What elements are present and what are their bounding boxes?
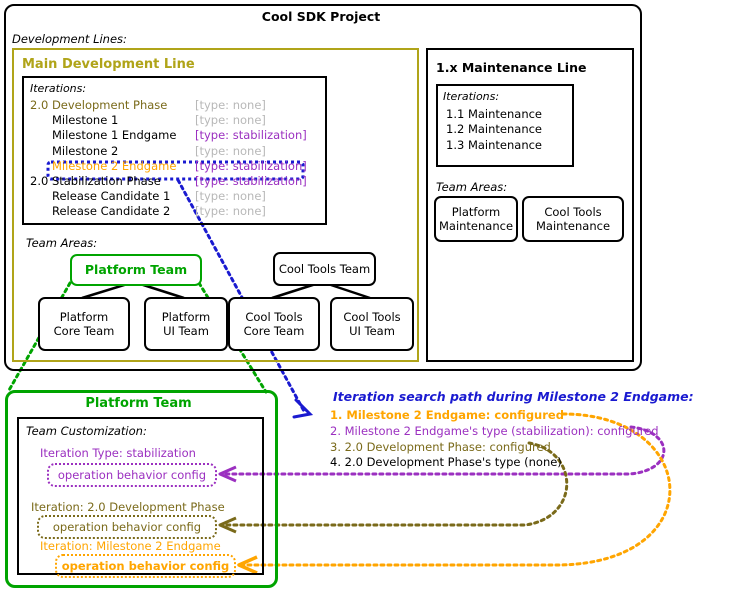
iteration-row[interactable]: Milestone 1 [type: none] bbox=[30, 113, 320, 128]
team-cool-tools-maintenance[interactable]: Cool Tools Maintenance bbox=[522, 196, 624, 242]
team-label-line2: Maintenance bbox=[438, 219, 514, 233]
iteration-type: [type: none] bbox=[195, 113, 266, 128]
iteration-name: Milestone 1 bbox=[52, 113, 119, 128]
team-cool-tools-core[interactable]: Cool Tools Core Team bbox=[228, 297, 320, 351]
customization-heading-dev-phase: Iteration: 2.0 Development Phase bbox=[31, 500, 225, 514]
team-label-line2: Core Team bbox=[243, 324, 305, 338]
iteration-type: [type: stabilization] bbox=[195, 128, 307, 143]
iteration-name: Milestone 1 Endgame bbox=[52, 128, 177, 143]
team-label-line2: Maintenance bbox=[535, 219, 611, 233]
team-label-line2: UI Team bbox=[163, 324, 209, 338]
iteration-list: 2.0 Development Phase [type: none] Milesto… bbox=[30, 98, 320, 220]
iteration-row[interactable]: 2.0 Stabilization Phase [type: stabilizat… bbox=[30, 174, 320, 189]
iteration-name: 2.0 Stabilization Phase bbox=[30, 173, 161, 188]
team-areas-label: Team Areas: bbox=[26, 236, 98, 250]
team-label-line1: Cool Tools bbox=[343, 310, 401, 324]
maintenance-team-areas-label: Team Areas: bbox=[436, 180, 508, 194]
iteration-name: 2.0 Development Phase bbox=[30, 98, 168, 112]
iteration-row[interactable]: Release Candidate 2 [type: none] bbox=[30, 204, 320, 219]
page-title: Cool SDK Project bbox=[261, 9, 381, 24]
legend-step: 3. 2.0 Development Phase: configured bbox=[330, 439, 551, 454]
maintenance-line-title: 1.x Maintenance Line bbox=[436, 60, 587, 75]
legend-step: 1. Milestone 2 Endgame: configured bbox=[330, 408, 564, 422]
iteration-name: Milestone 2 bbox=[52, 143, 119, 158]
iteration-row[interactable]: Milestone 2 Endgame [type: stabilization] bbox=[30, 159, 320, 174]
customization-heading-endgame: Iteration: Milestone 2 Endgame bbox=[40, 539, 221, 553]
maintenance-iteration-row[interactable]: 1.1 Maintenance bbox=[446, 107, 542, 122]
iteration-row[interactable]: Release Candidate 1 [type: none] bbox=[30, 189, 320, 204]
team-cool-tools-team[interactable]: Cool Tools Team bbox=[273, 252, 376, 286]
team-label-line1: Platform bbox=[451, 205, 501, 219]
maintenance-iteration-row[interactable]: 1.2 Maintenance bbox=[446, 122, 542, 137]
team-label-line1: Cool Tools bbox=[245, 310, 303, 324]
legend-title: Iteration search path during Milestone 2… bbox=[333, 389, 694, 404]
main-development-line-title: Main Development Line bbox=[22, 57, 195, 72]
iteration-row[interactable]: Milestone 1 Endgame [type: stabilization] bbox=[30, 128, 320, 143]
maintenance-iteration-row[interactable]: 1.3 Maintenance bbox=[446, 138, 542, 153]
iteration-type: [type: none] bbox=[195, 143, 266, 158]
operation-behavior-config-type[interactable]: operation behavior config bbox=[47, 463, 217, 487]
operation-behavior-config-dev-phase[interactable]: operation behavior config bbox=[37, 515, 217, 539]
team-label-line1: Platform bbox=[59, 310, 109, 324]
maintenance-iteration-list: 1.1 Maintenance 1.2 Maintenance 1.3 Mainte… bbox=[446, 107, 542, 153]
iteration-row[interactable]: Milestone 2 [type: none] bbox=[30, 144, 320, 159]
customization-heading-type: Iteration Type: stabilization bbox=[40, 446, 196, 460]
iteration-type: [type: none] bbox=[195, 98, 266, 112]
team-label-line1: Platform bbox=[161, 310, 211, 324]
operation-behavior-config-endgame[interactable]: operation behavior config bbox=[55, 554, 236, 578]
legend-step: 4. 2.0 Development Phase's type (none) bbox=[330, 455, 562, 470]
platform-team-detail-title: Platform Team bbox=[85, 396, 192, 411]
team-label-line2: Core Team bbox=[53, 324, 115, 338]
iteration-name: Release Candidate 2 bbox=[52, 204, 171, 219]
iteration-type: [type: none] bbox=[195, 189, 266, 204]
iteration-name: Release Candidate 1 bbox=[52, 189, 171, 204]
legend-step: 2. Milestone 2 Endgame's type (stabiliza… bbox=[330, 423, 659, 438]
iteration-type: [type: stabilization] bbox=[195, 173, 307, 188]
team-cool-tools-ui[interactable]: Cool Tools UI Team bbox=[330, 297, 414, 351]
iterations-label: Iterations: bbox=[30, 82, 87, 95]
team-platform-team[interactable]: Platform Team bbox=[70, 254, 202, 286]
team-platform-core[interactable]: Platform Core Team bbox=[38, 297, 130, 351]
development-lines-label: Development Lines: bbox=[12, 32, 127, 46]
team-platform-maintenance[interactable]: Platform Maintenance bbox=[434, 196, 518, 242]
team-label-line1: Cool Tools bbox=[544, 205, 602, 219]
iteration-row[interactable]: 2.0 Development Phase [type: none] bbox=[30, 98, 320, 113]
team-label-line2: UI Team bbox=[349, 324, 395, 338]
iteration-name: Milestone 2 Endgame bbox=[52, 158, 177, 173]
team-label: Platform Team bbox=[84, 262, 188, 277]
iteration-type: [type: none] bbox=[195, 204, 266, 219]
diagram-root: Cool SDK Project Development Lines: Main… bbox=[0, 0, 736, 590]
legend-list: 1. Milestone 2 Endgame: configured 2. Mil… bbox=[330, 408, 730, 471]
team-customization-label: Team Customization: bbox=[26, 424, 147, 438]
maintenance-iterations-label: Iterations: bbox=[443, 90, 500, 103]
iteration-type: [type: stabilization] bbox=[195, 158, 307, 173]
team-label: Cool Tools Team bbox=[278, 262, 371, 276]
team-platform-ui[interactable]: Platform UI Team bbox=[144, 297, 228, 351]
